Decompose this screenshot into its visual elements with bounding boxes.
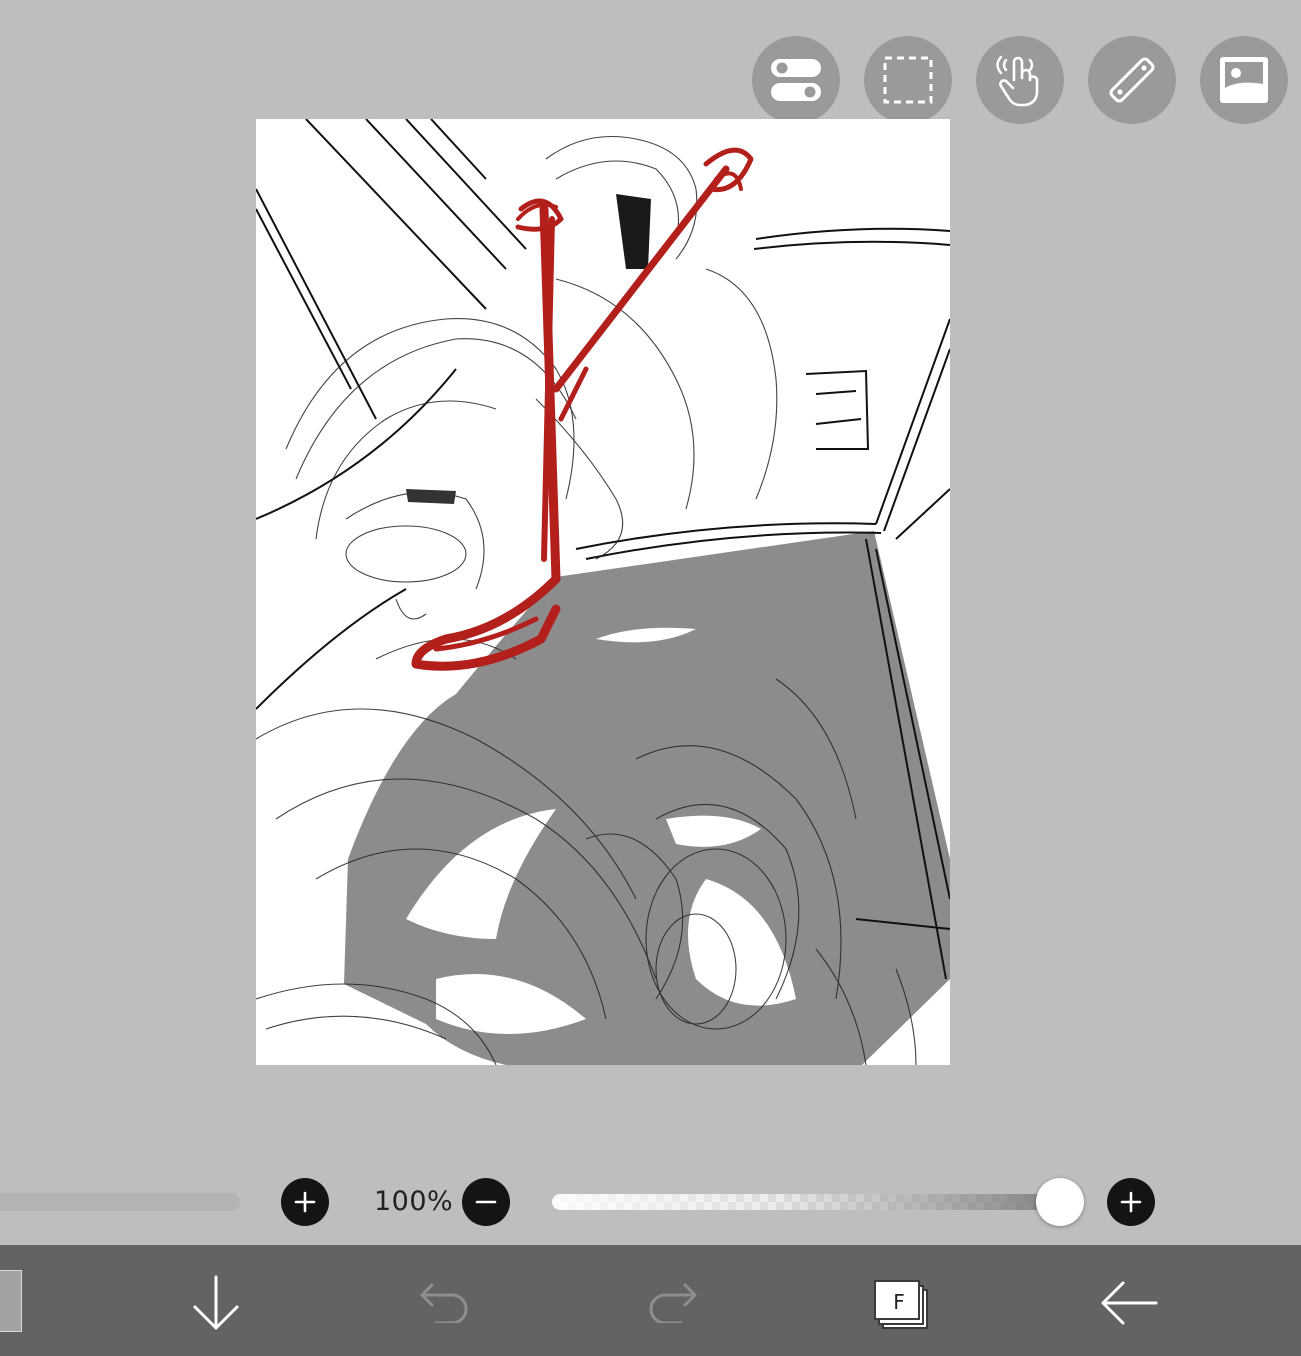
redo-button[interactable]	[638, 1268, 708, 1338]
selection-icon	[883, 56, 933, 104]
back-button[interactable]	[1094, 1268, 1164, 1338]
ruler-button[interactable]	[1088, 36, 1176, 124]
layer-card: F	[874, 1280, 920, 1320]
toggle-icon	[771, 59, 821, 101]
zoom-percentage: 100%	[374, 1186, 454, 1217]
redo-icon	[649, 1283, 697, 1323]
minus-icon	[475, 1200, 497, 1204]
layers-button[interactable]: F	[872, 1275, 930, 1333]
gesture-button[interactable]	[976, 36, 1064, 124]
sketch-artwork	[256, 119, 950, 1065]
ruler-icon	[1109, 57, 1155, 103]
image-button[interactable]	[1200, 36, 1288, 124]
brush-size-slider[interactable]	[0, 1193, 240, 1211]
drawing-canvas[interactable]	[256, 119, 950, 1065]
plus-icon	[1120, 1191, 1142, 1213]
opacity-slider-thumb[interactable]	[1036, 1178, 1084, 1226]
hand-gesture-icon	[996, 55, 1039, 107]
color-swatch[interactable]	[0, 1270, 22, 1332]
selection-button[interactable]	[864, 36, 952, 124]
download-arrow-icon	[193, 1275, 239, 1330]
opacity-slider[interactable]	[552, 1194, 1057, 1210]
back-arrow-icon	[1101, 1281, 1158, 1325]
plus-icon	[294, 1191, 316, 1213]
download-button[interactable]	[181, 1268, 251, 1338]
size-increase-button[interactable]	[281, 1178, 329, 1226]
undo-button[interactable]	[409, 1268, 479, 1338]
opacity-increase-button[interactable]	[1107, 1178, 1155, 1226]
layer-letter: F	[893, 1290, 905, 1314]
undo-icon	[420, 1283, 468, 1323]
opacity-decrease-button[interactable]	[462, 1178, 510, 1226]
image-icon	[1220, 57, 1268, 103]
toggle-button[interactable]	[752, 36, 840, 124]
